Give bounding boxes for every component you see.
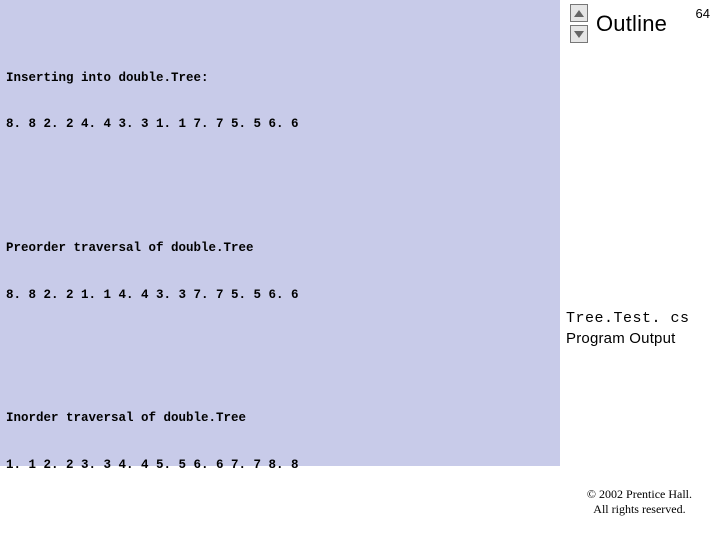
- footer-line-1: © 2002 Prentice Hall.: [587, 487, 692, 501]
- outline-title: Outline: [596, 11, 667, 37]
- code-line-values: 1. 1 2. 2 3. 3 4. 4 5. 5 6. 6 7. 7 8. 8: [6, 458, 554, 474]
- right-column: Outline 64 Tree.Test. cs Program Output: [560, 0, 720, 540]
- nav-buttons: [570, 4, 588, 43]
- outline-header: Outline: [570, 4, 667, 43]
- code-line-title: Preorder traversal of double.Tree: [6, 241, 554, 257]
- footer: © 2002 Prentice Hall. All rights reserve…: [587, 487, 692, 518]
- caption: Tree.Test. cs Program Output: [566, 308, 690, 348]
- page-number: 64: [696, 6, 710, 21]
- triangle-up-icon: [574, 10, 584, 17]
- caption-filename: Tree.Test. cs: [566, 310, 690, 327]
- nav-down-button[interactable]: [570, 25, 588, 43]
- footer-line-2: All rights reserved.: [593, 502, 685, 516]
- code-block: Inserting into double.Tree: 8. 8 2. 2 4.…: [6, 39, 554, 164]
- caption-subline: Program Output: [566, 330, 676, 347]
- code-line-values: 8. 8 2. 2 1. 1 4. 4 3. 3 7. 7 5. 5 6. 6: [6, 288, 554, 304]
- code-block: Inorder traversal of double.Tree 1. 1 2.…: [6, 380, 554, 505]
- code-block: Preorder traversal of double.Tree 8. 8 2…: [6, 210, 554, 335]
- code-line-title: Inserting into double.Tree:: [6, 71, 554, 87]
- nav-up-button[interactable]: [570, 4, 588, 22]
- code-line-values: 8. 8 2. 2 4. 4 3. 3 1. 1 7. 7 5. 5 6. 6: [6, 117, 554, 133]
- slide: Inserting into double.Tree: 8. 8 2. 2 4.…: [0, 0, 720, 540]
- code-output-panel: Inserting into double.Tree: 8. 8 2. 2 4.…: [0, 0, 560, 466]
- code-line-title: Inorder traversal of double.Tree: [6, 411, 554, 427]
- triangle-down-icon: [574, 31, 584, 38]
